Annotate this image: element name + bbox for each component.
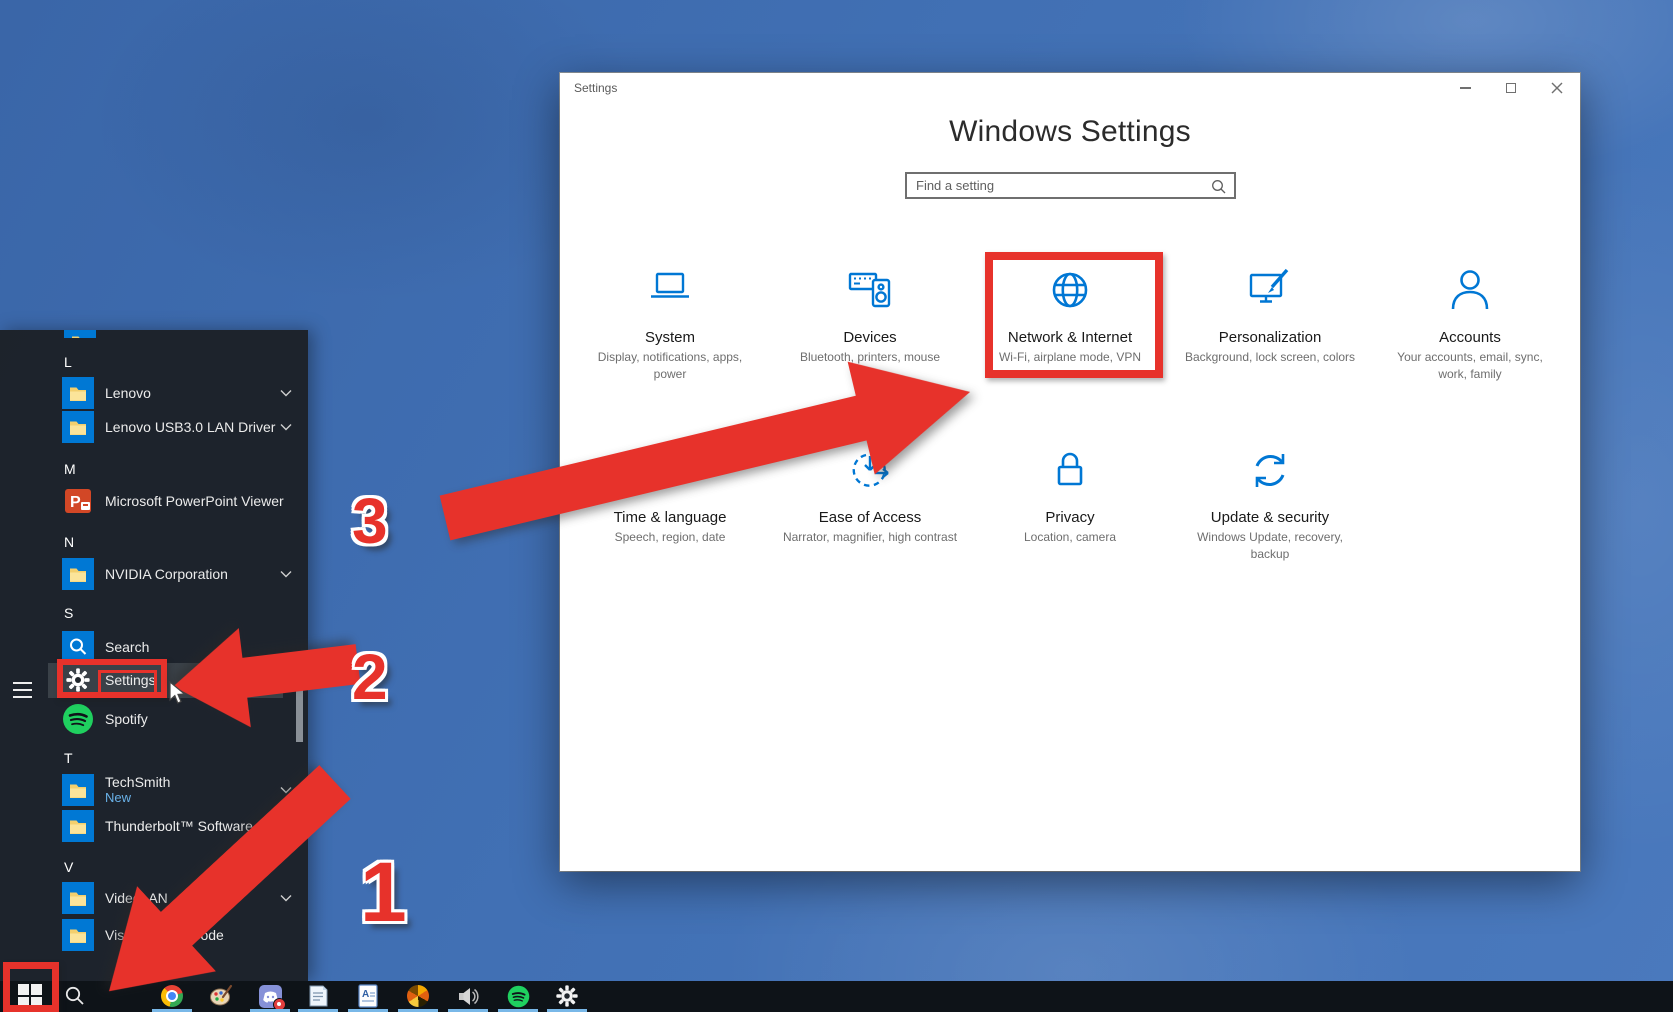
item-label: TechSmith (105, 774, 171, 791)
chevron-down-icon[interactable] (280, 894, 292, 902)
page-title: Windows Settings (949, 115, 1191, 148)
folder-icon-partial (64, 330, 96, 338)
start-menu-item-powerpoint-viewer[interactable]: P Microsoft PowerPoint Viewer (62, 484, 292, 518)
start-menu-item-techsmith[interactable]: TechSmith New (62, 771, 292, 809)
titlebar[interactable]: Settings (560, 73, 1580, 103)
annotation-step-1: 1 (360, 845, 407, 939)
laptop-icon (642, 263, 698, 319)
folder-icon (62, 377, 94, 409)
personalization-icon (1242, 263, 1298, 319)
section-letter-V[interactable]: V (64, 857, 73, 877)
ball-icon[interactable] (406, 984, 430, 1008)
minimize-button[interactable] (1442, 73, 1488, 103)
spotify-icon (62, 703, 94, 735)
tile-personalization[interactable]: Personalization Background, lock screen,… (1174, 263, 1366, 383)
screen: Settings Windows Settings Find a setting… (0, 0, 1673, 1012)
folder-icon (62, 882, 94, 914)
powerpoint-icon: P (62, 485, 94, 517)
close-icon (1551, 82, 1563, 94)
tile-accounts[interactable]: Accounts Your accounts, email, sync, wor… (1374, 263, 1566, 383)
annotation-box-network-tile (985, 252, 1163, 378)
annotation-box-start-button (3, 962, 59, 1012)
svg-text:A: A (362, 989, 369, 1000)
notepad-icon[interactable] (306, 984, 330, 1008)
section-letter-S[interactable]: S (64, 603, 73, 623)
start-menu-item-lenovo[interactable]: Lenovo (62, 376, 292, 410)
chevron-down-icon[interactable] (280, 423, 292, 431)
chevron-down-icon[interactable] (280, 570, 292, 578)
window-controls (1442, 73, 1580, 103)
section-letter-T[interactable]: T (64, 748, 73, 768)
mouse-cursor (169, 681, 187, 704)
tile-update-security[interactable]: Update & security Windows Update, recove… (1174, 443, 1366, 563)
person-icon (1442, 263, 1498, 319)
hamburger-icon[interactable] (13, 682, 35, 704)
annotation-box-settings-label (98, 670, 157, 695)
find-a-setting-searchbox (905, 172, 1236, 199)
section-letter-L[interactable]: L (64, 352, 72, 372)
taskbar-spotify-icon[interactable] (506, 984, 530, 1008)
folder-icon (62, 774, 94, 806)
paint-icon[interactable] (209, 984, 233, 1008)
annotation-step-3: 3 (352, 485, 388, 557)
folder-icon (62, 558, 94, 590)
sync-icon (1242, 443, 1298, 499)
chevron-down-icon[interactable] (280, 389, 292, 397)
folder-icon (62, 810, 94, 842)
start-menu-item-nvidia[interactable]: NVIDIA Corporation (62, 557, 292, 591)
start-menu-item-lenovo-usb[interactable]: Lenovo USB3.0 LAN Driver (62, 410, 292, 444)
maximize-button[interactable] (1488, 73, 1534, 103)
discord-icon[interactable] (258, 984, 286, 1011)
devices-icon (842, 263, 898, 319)
tile-system[interactable]: System Display, notifications, apps, pow… (574, 263, 766, 383)
search-input[interactable] (907, 174, 1234, 197)
window-title: Settings (574, 81, 618, 95)
wordpad-icon[interactable]: A (356, 984, 380, 1008)
section-letter-N[interactable]: N (64, 532, 74, 552)
new-badge: New (105, 789, 132, 805)
tile-privacy[interactable]: Privacy Location, camera (974, 443, 1166, 563)
svg-text:P: P (70, 494, 81, 511)
tile-ease-of-access[interactable]: Ease of Access Narrator, magnifier, high… (774, 443, 966, 563)
lock-icon (1042, 443, 1098, 499)
taskbar-search-icon[interactable] (63, 984, 87, 1008)
taskbar: A (0, 981, 1673, 1012)
section-letter-M[interactable]: M (64, 459, 76, 479)
annotation-step-2: 2 (352, 641, 388, 713)
volume-icon[interactable] (456, 984, 480, 1008)
search-icon[interactable] (1211, 179, 1227, 195)
close-button[interactable] (1534, 73, 1580, 103)
folder-icon (62, 411, 94, 443)
taskbar-settings-gear-icon[interactable] (555, 984, 579, 1008)
